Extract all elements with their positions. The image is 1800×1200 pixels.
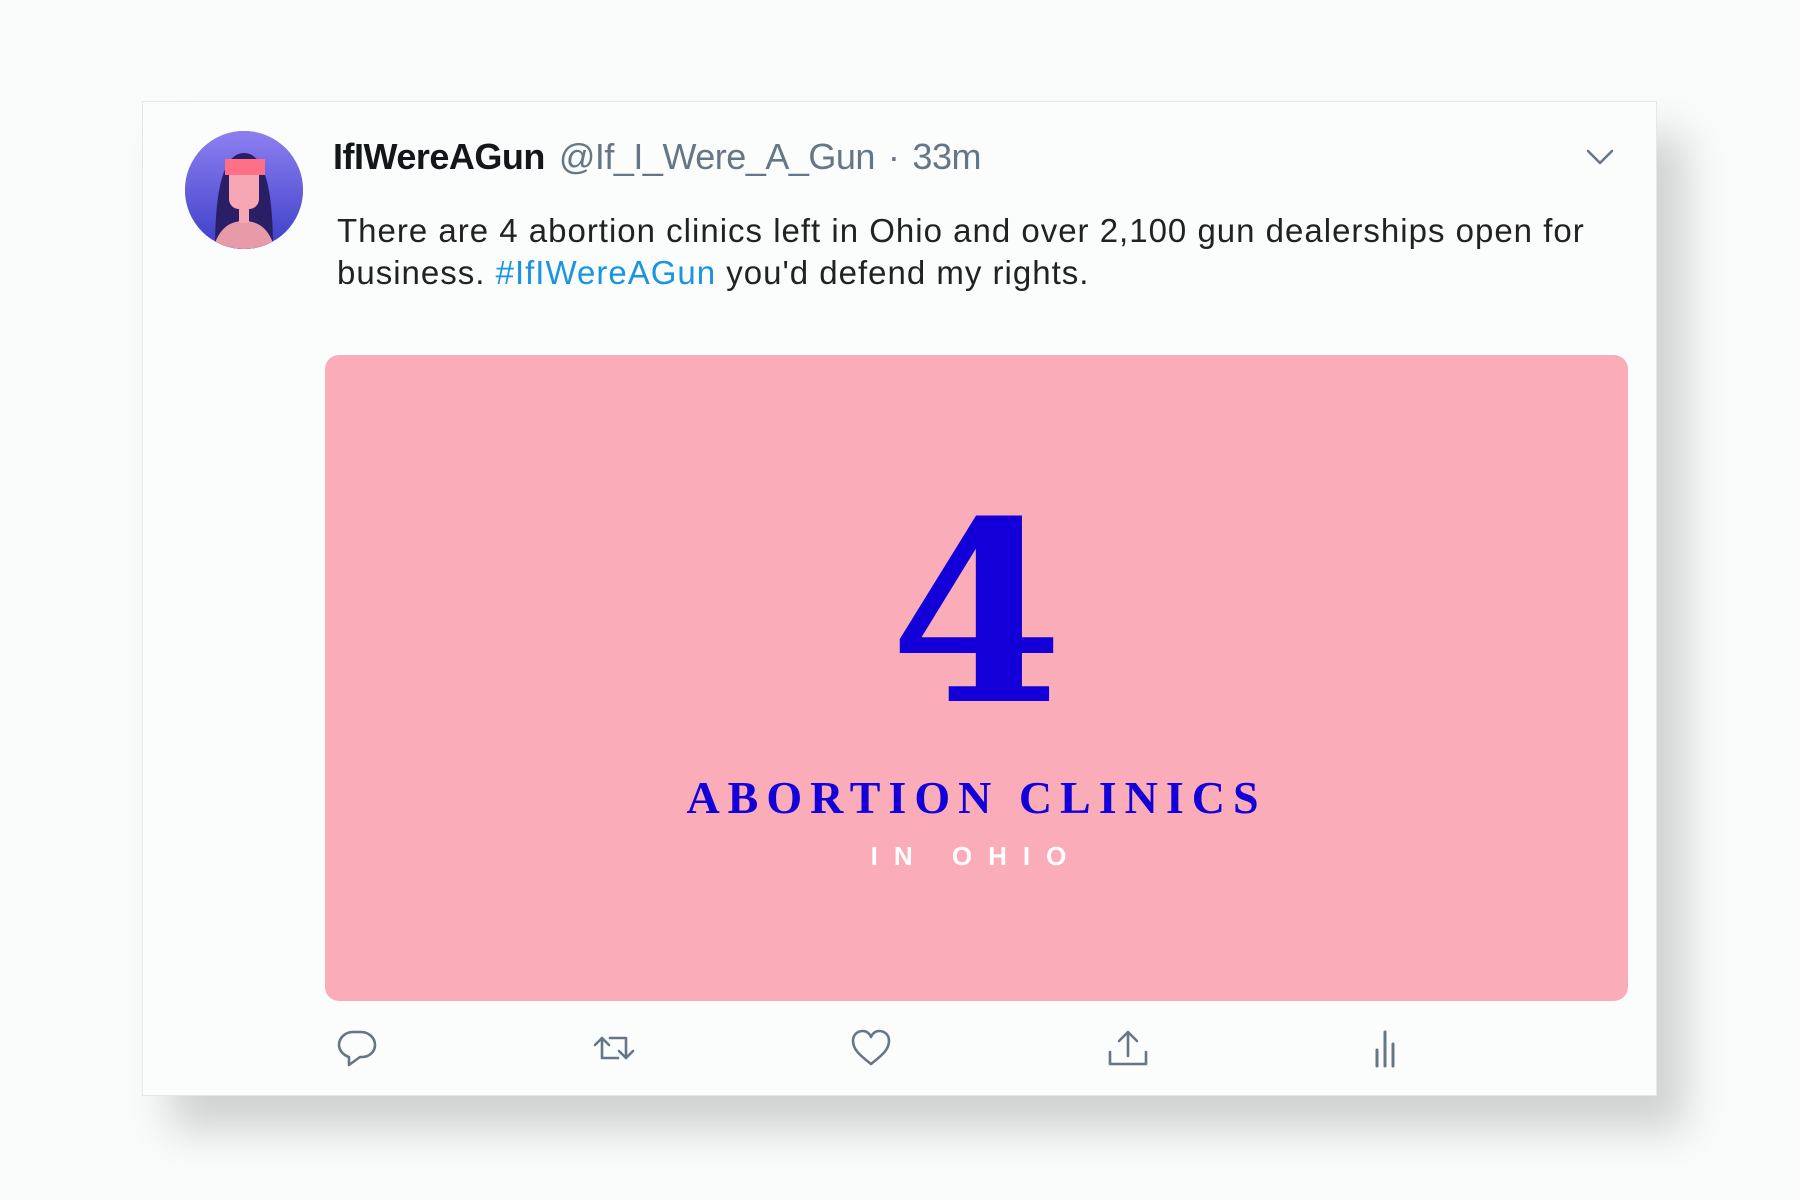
separator-dot: ·	[887, 136, 900, 177]
tweet-card[interactable]: IfIWereAGun @If_I_Were_A_Gun · 33m There…	[142, 101, 1657, 1096]
tweet-text: There are 4 abortion clinics left in Ohi…	[337, 210, 1587, 294]
media-number: 4	[889, 466, 1064, 760]
reply-icon	[337, 1030, 377, 1067]
tweet-header: IfIWereAGun @If_I_Were_A_Gun · 33m	[333, 132, 981, 182]
display-name[interactable]: IfIWereAGun	[333, 136, 545, 178]
retweet-button[interactable]	[590, 1024, 638, 1072]
retweet-icon	[593, 1036, 635, 1060]
share-icon	[1108, 1030, 1148, 1066]
like-button[interactable]	[847, 1024, 895, 1072]
tweet-actions	[333, 1024, 1533, 1074]
media-subtitle: IN OHIO	[870, 841, 1083, 871]
avatar-image	[185, 131, 303, 249]
timestamp[interactable]: 33m	[912, 136, 981, 178]
reply-button[interactable]	[333, 1024, 381, 1072]
chevron-down-icon[interactable]	[1583, 140, 1617, 174]
share-button[interactable]	[1104, 1024, 1152, 1072]
tweet-text-after: you'd defend my rights.	[716, 254, 1090, 291]
hashtag-link[interactable]: #IfIWereAGun	[496, 254, 717, 291]
tweet-media-image[interactable]: 4 ABORTION CLINICS IN OHIO	[325, 355, 1628, 1001]
media-title: ABORTION CLINICS	[686, 772, 1267, 823]
heart-icon	[851, 1029, 891, 1066]
analytics-icon	[1375, 1030, 1395, 1068]
analytics-button[interactable]	[1361, 1024, 1409, 1072]
avatar[interactable]	[185, 131, 303, 249]
user-handle[interactable]: @If_I_Were_A_Gun	[559, 136, 876, 178]
